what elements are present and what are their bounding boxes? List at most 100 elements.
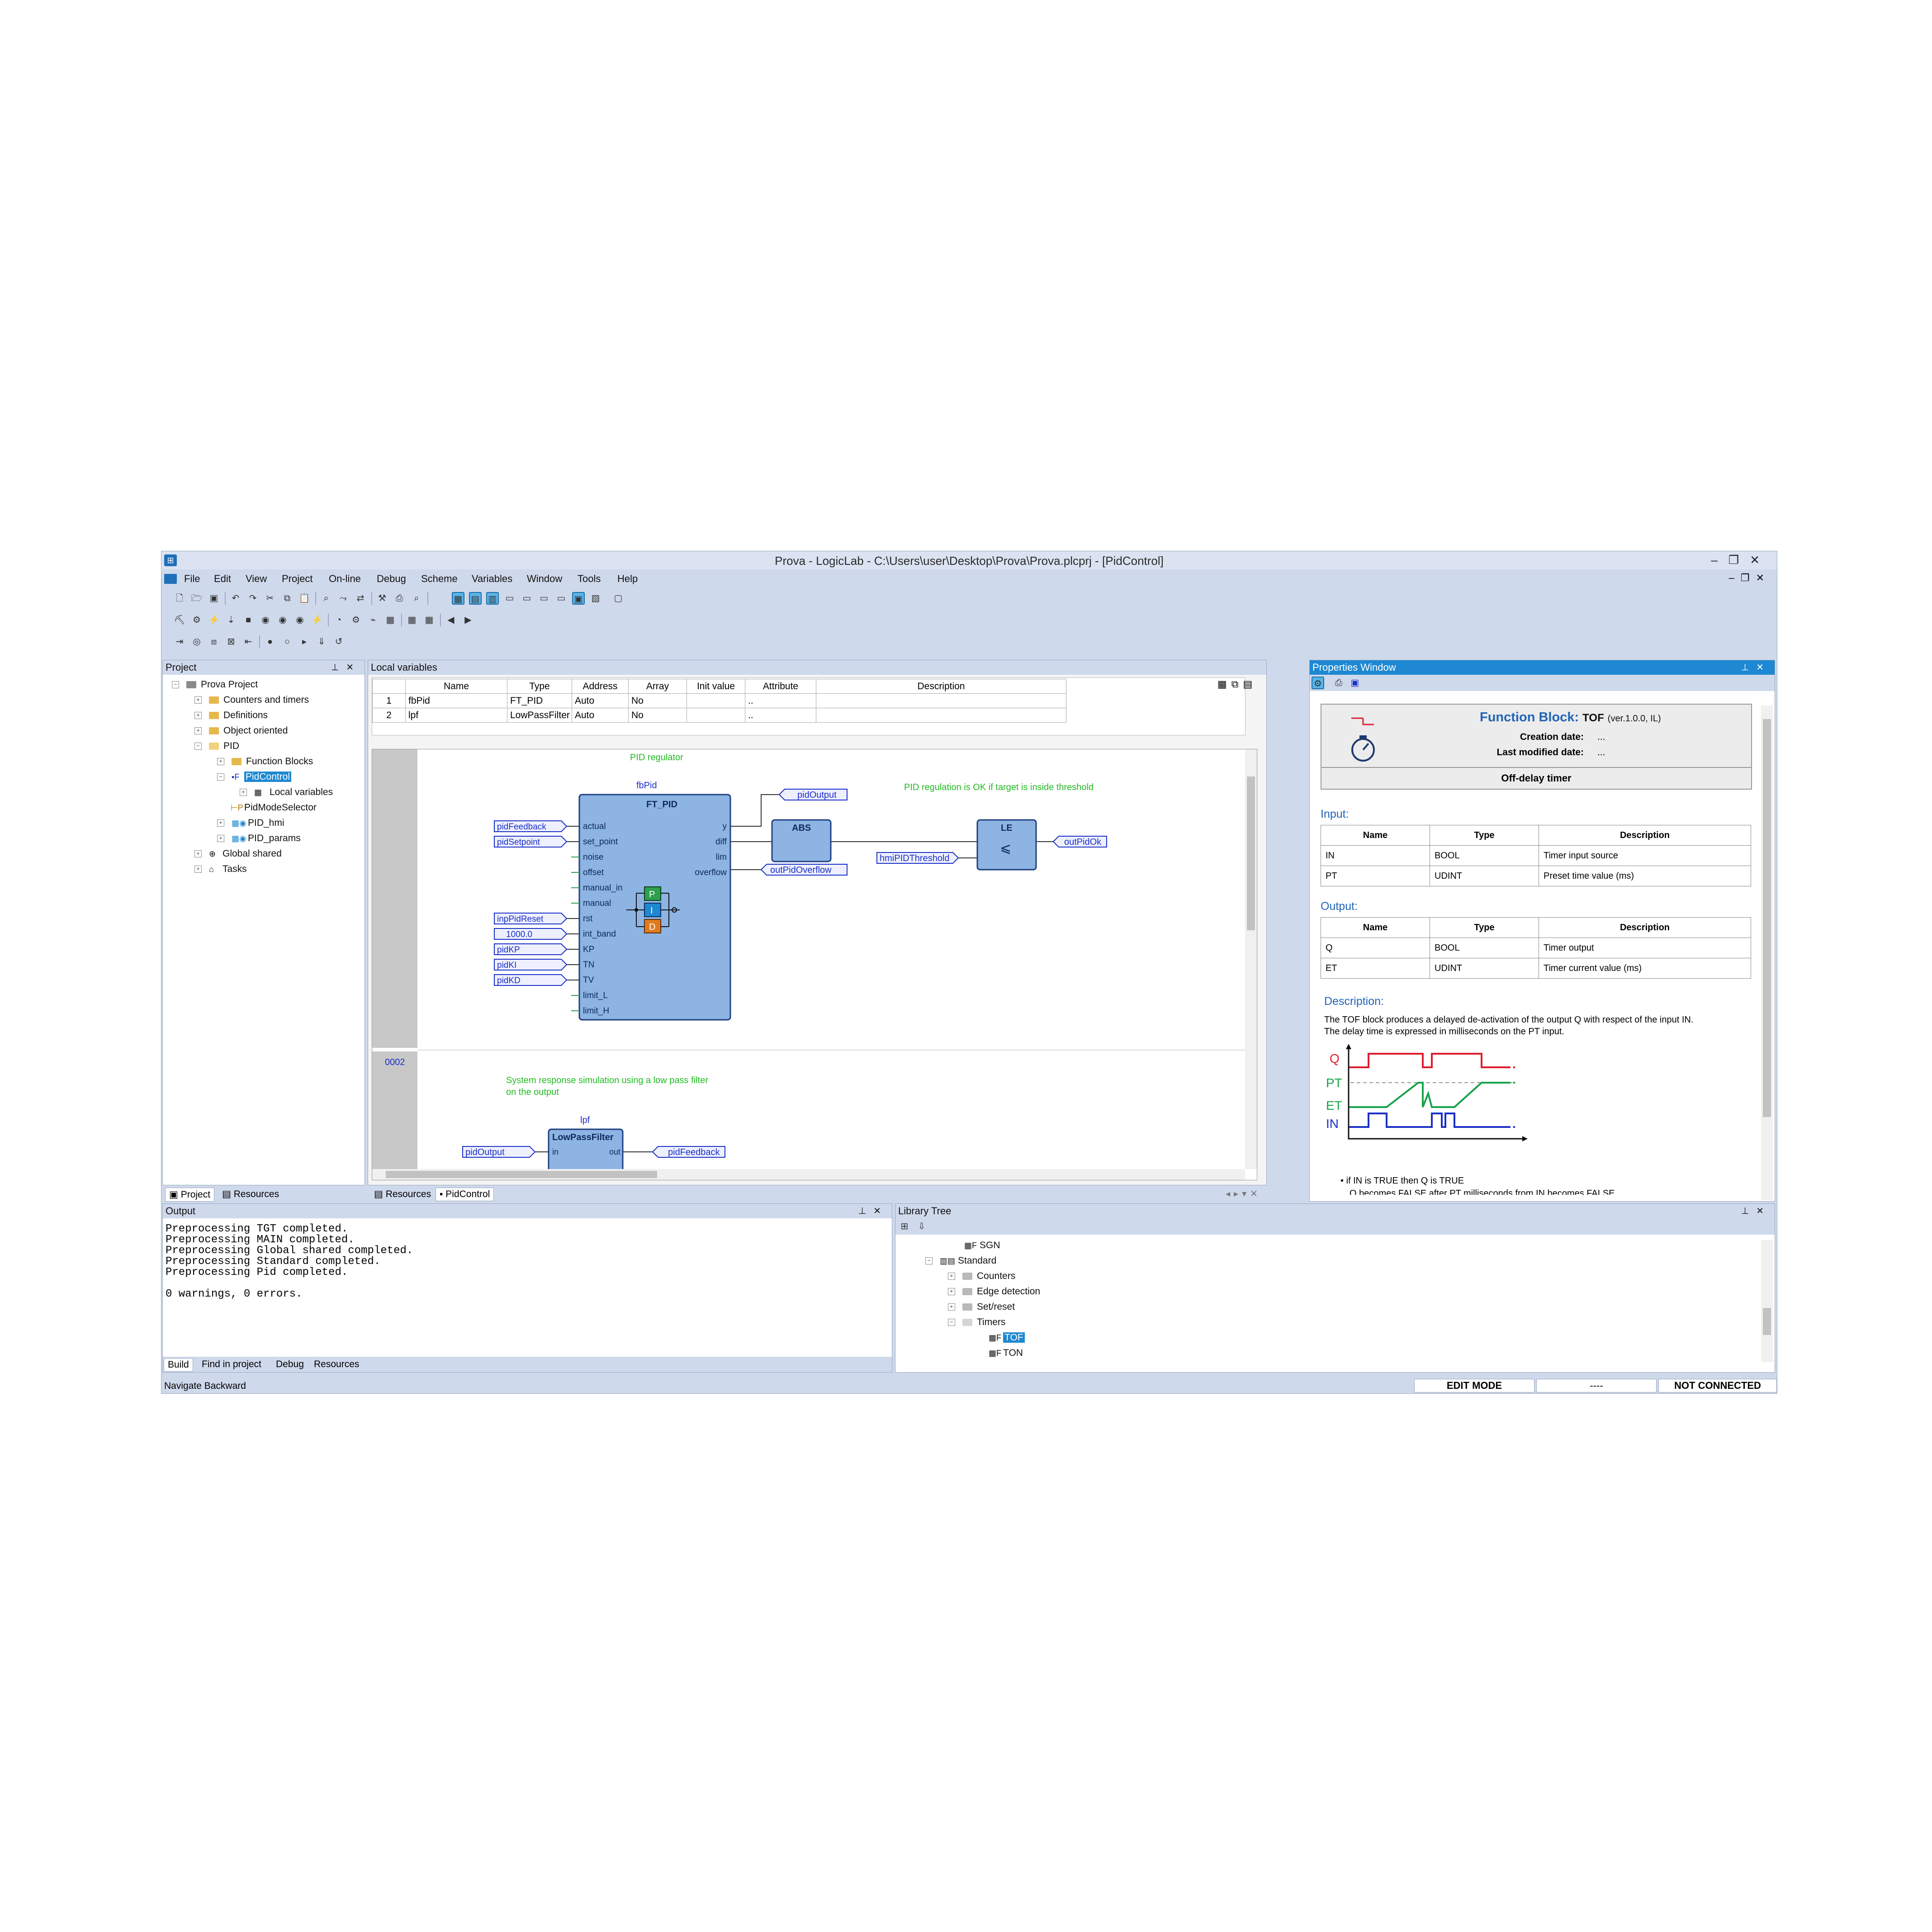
copy-icon[interactable]: ⧉ [281, 592, 294, 605]
stop-icon[interactable]: ■ [242, 614, 255, 626]
close-icon[interactable]: ✕ [346, 663, 361, 672]
lib-set-reset[interactable]: + Set/reset [948, 1302, 1015, 1312]
menu-file[interactable]: File [184, 573, 200, 585]
print-icon[interactable]: ⎙ [1332, 677, 1345, 689]
diagram-vscroll[interactable] [1245, 749, 1257, 1169]
view-output-icon[interactable]: ▥ [486, 592, 499, 605]
replace-icon[interactable]: ⇄ [354, 592, 367, 605]
ft-pid-block[interactable]: FT_PID actual set_pointnoise offset manual_… [578, 794, 731, 1021]
tab-next-icon[interactable]: ▸ [1234, 1189, 1242, 1199]
refresh-icon[interactable]: ⚙ [1312, 677, 1324, 689]
tree-object-oriented[interactable]: + Object oriented [194, 725, 288, 736]
pause-icon[interactable]: ○ [281, 635, 294, 648]
tree-tasks[interactable]: + ⌂ Tasks [194, 864, 247, 875]
graph-icon[interactable]: ⌁ [367, 614, 379, 626]
lib-timers[interactable]: − Timers [948, 1317, 1005, 1328]
menu-online[interactable]: On-line [329, 573, 361, 585]
grid-view-icon[interactable]: ▦ [1217, 678, 1231, 690]
cell[interactable]: FT_PID [507, 693, 572, 708]
view-call-stack-icon[interactable]: ▭ [555, 592, 568, 605]
cell[interactable] [687, 693, 745, 708]
save-icon[interactable]: ▣ [208, 592, 220, 605]
var-outpidoverflow[interactable]: outPidOverflow [760, 864, 848, 876]
tab-prev-icon[interactable]: ◂ [1226, 1189, 1234, 1199]
redo-icon[interactable]: ↷ [246, 592, 259, 605]
vscroll-thumb[interactable] [1763, 719, 1771, 1117]
compile-icon[interactable]: ⚒ [376, 592, 388, 605]
menu-debug[interactable]: Debug [377, 573, 406, 585]
cell[interactable]: No [628, 693, 687, 708]
view-async-icon[interactable]: ▭ [538, 592, 550, 605]
tab-pidcontrol[interactable]: ▪ PidControl [436, 1188, 494, 1201]
le-block[interactable]: LE ⩽ [976, 819, 1037, 871]
cut-icon[interactable]: ✂ [264, 592, 276, 605]
library-vscroll[interactable] [1761, 1240, 1773, 1362]
step-out-icon[interactable]: ⇤ [242, 635, 255, 648]
lib-ton[interactable]: ▦F TON [989, 1348, 1023, 1359]
col-header[interactable]: Array [628, 679, 687, 694]
tab-close-icon[interactable]: ✕ [1250, 1189, 1261, 1199]
breakpoint-icon[interactable]: ◎ [190, 635, 203, 648]
grid-icon[interactable]: ▦ [406, 614, 418, 626]
tab-list-icon[interactable]: ▾ [1242, 1189, 1250, 1199]
tree-local-variables[interactable]: + ▦ Local variables [240, 787, 333, 798]
col-header[interactable]: Name [405, 679, 507, 694]
diagram-hscroll[interactable] [372, 1169, 1245, 1180]
var-pidoutput[interactable]: pidOutput [778, 789, 848, 800]
rebuild-icon[interactable]: ⚙ [190, 614, 203, 626]
print-icon[interactable]: ⎙ [393, 592, 406, 605]
tree-prova-project[interactable]: − Prova Project [172, 679, 258, 690]
step-into-icon[interactable]: ⇥ [173, 635, 186, 648]
col-header[interactable]: Address [572, 679, 629, 694]
forward-icon[interactable]: ▶ [462, 614, 474, 626]
new-icon[interactable]: 🗋 [173, 592, 186, 605]
var-in-pidsetpoint[interactable]: pidSetpoint [494, 836, 579, 848]
doc-restore-icon[interactable]: ❐ [1741, 572, 1756, 583]
lib-tof[interactable]: ▦F TOF [989, 1332, 1025, 1343]
watch-icon[interactable]: ◔ [332, 614, 345, 626]
tree-global-shared[interactable]: + ⊕ Global shared [194, 848, 282, 859]
cell[interactable] [687, 708, 745, 723]
run-to-icon[interactable]: ⇓ [315, 635, 328, 648]
var-in-inppidreset[interactable]: inpPidReset [494, 913, 579, 924]
var-in-pidki[interactable]: pidKI [494, 959, 579, 971]
close-icon[interactable]: ✕ [1756, 1206, 1771, 1216]
build-icon[interactable]: ⛏ [173, 614, 186, 626]
pin-icon[interactable]: ⊥ [858, 1206, 873, 1216]
tab-resources-output[interactable]: Resources [310, 1358, 363, 1371]
debug-cont-icon[interactable]: ◉ [294, 614, 306, 626]
menu-scheme[interactable]: Scheme [421, 573, 458, 585]
doc-close-icon[interactable]: ✕ [1756, 572, 1771, 583]
save-icon[interactable]: ▣ [1349, 677, 1361, 689]
table-icon[interactable]: ▦ [384, 614, 397, 626]
table-row[interactable]: 2 lpf LowPassFilter Auto No .. [372, 708, 1066, 723]
text-view-icon[interactable]: ▤ [1243, 678, 1257, 690]
properties-vscroll[interactable] [1761, 706, 1773, 1200]
tree-function-blocks[interactable]: + Function Blocks [217, 756, 313, 767]
debug-step-icon[interactable]: ◉ [276, 614, 289, 626]
view-doc-icon[interactable]: ▧ [589, 592, 602, 605]
menu-help[interactable]: Help [617, 573, 638, 585]
var-in-pidkd[interactable]: pidKD [494, 974, 579, 986]
col-header[interactable]: Init value [687, 679, 745, 694]
trigger-icon[interactable]: ⚙ [350, 614, 362, 626]
vscroll-thumb[interactable] [1763, 1308, 1771, 1335]
pin-icon[interactable]: ⊥ [331, 663, 346, 672]
menu-tools[interactable]: Tools [578, 573, 601, 585]
breakpoint-list-icon[interactable]: ⧈ [208, 635, 220, 648]
view-properties-icon[interactable]: ▣ [572, 592, 585, 605]
tab-build[interactable]: Build [164, 1358, 193, 1372]
download-icon[interactable]: ⇣ [225, 614, 237, 626]
col-header[interactable]: Type [507, 679, 572, 694]
tree-pid-params[interactable]: + ▦◉ PID_params [217, 833, 301, 844]
doc-minimize-icon[interactable]: – [1729, 572, 1741, 583]
debug-start-icon[interactable]: ◉ [259, 614, 272, 626]
tab-debug[interactable]: Debug [272, 1358, 308, 1371]
undo-icon[interactable]: ↶ [229, 592, 242, 605]
col-header[interactable]: Description [816, 679, 1066, 694]
cell[interactable]: .. [745, 708, 816, 723]
close-icon[interactable]: ✕ [1756, 663, 1771, 672]
var-hmipidthreshold[interactable]: hmiPIDThreshold [876, 852, 959, 864]
clear-bp-icon[interactable]: ⊠ [225, 635, 237, 648]
library-import-icon[interactable]: ⇩ [915, 1220, 928, 1233]
